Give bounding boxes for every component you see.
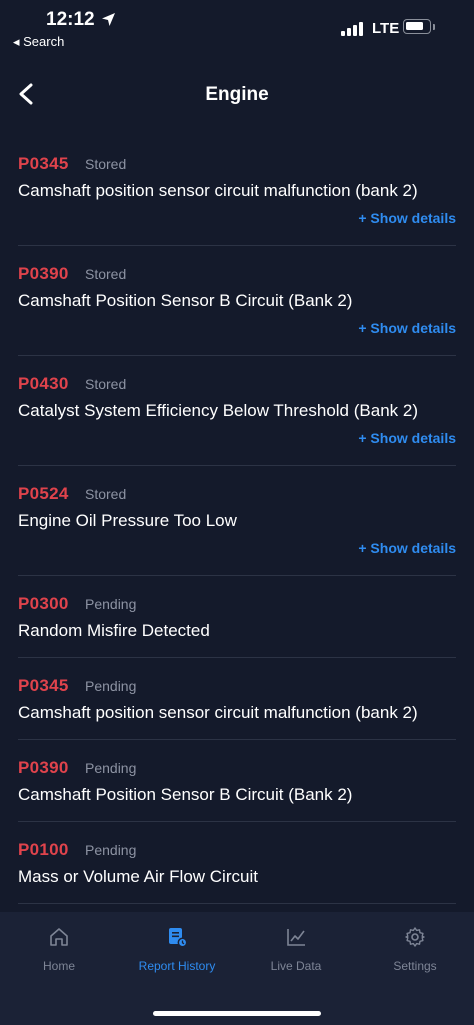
cellular-signal-icon — [341, 22, 365, 36]
list-item: P0100 Pending Mass or Volume Air Flow Ci… — [18, 822, 456, 904]
code-description: Camshaft Position Sensor B Circuit (Bank… — [18, 785, 353, 804]
show-details-button[interactable]: + Show details — [358, 430, 456, 446]
nav-header: Engine — [0, 70, 474, 120]
location-arrow-icon — [102, 13, 115, 26]
code-description: Camshaft position sensor circuit malfunc… — [18, 181, 418, 200]
list-item: P0390 Pending Camshaft Position Sensor B… — [18, 740, 456, 822]
code-id: P0390 — [18, 758, 69, 777]
back-to-search-link[interactable]: ◂ Search — [13, 34, 64, 50]
chart-icon — [287, 929, 305, 946]
show-details-button[interactable]: + Show details — [358, 210, 456, 226]
battery-tip — [433, 24, 435, 30]
code-id: P0430 — [18, 374, 69, 393]
status-bar: 12:12 ◂ Search LTE — [0, 0, 474, 56]
code-description: Camshaft Position Sensor B Circuit (Bank… — [18, 291, 353, 310]
list-item: P0345 Stored Camshaft position sensor ci… — [18, 136, 456, 246]
page-title: Engine — [205, 84, 269, 105]
list-item: P0524 Stored Engine Oil Pressure Too Low… — [18, 466, 456, 576]
code-status: Stored — [85, 376, 127, 392]
tab-live-data[interactable]: Live Data — [237, 912, 355, 992]
list-item: P0300 Pending Random Misfire Detected — [18, 576, 456, 658]
code-status: Stored — [85, 156, 127, 172]
report-icon — [169, 928, 188, 948]
tab-label: Home — [42, 959, 75, 973]
code-status: Pending — [85, 678, 137, 694]
list-item: P0345 Pending Camshaft position sensor c… — [18, 658, 456, 740]
code-description: Camshaft position sensor circuit malfunc… — [18, 703, 418, 722]
list-item: P0390 Stored Camshaft Position Sensor B … — [18, 246, 456, 356]
tab-settings[interactable]: Settings — [356, 912, 474, 992]
network-type: LTE — [372, 20, 400, 37]
tab-label: Settings — [393, 959, 437, 973]
tab-label: Live Data — [270, 959, 322, 973]
code-status: Pending — [85, 760, 137, 776]
code-status: Pending — [85, 596, 137, 612]
code-description: Mass or Volume Air Flow Circuit — [18, 867, 258, 886]
status-time: 12:12 — [46, 9, 95, 30]
code-id: P0100 — [18, 840, 69, 859]
tab-home[interactable]: Home — [0, 912, 118, 992]
tab-report-history[interactable]: Report History — [118, 912, 236, 992]
code-status: Stored — [85, 486, 127, 502]
gear-icon — [405, 927, 425, 947]
code-id: P0390 — [18, 264, 69, 283]
list-item: P0430 Stored Catalyst System Efficiency … — [18, 356, 456, 466]
battery-icon — [403, 19, 431, 34]
code-id: P0345 — [18, 154, 69, 173]
trouble-code-list: P0345 Stored Camshaft position sensor ci… — [0, 136, 474, 904]
show-details-button[interactable]: + Show details — [358, 320, 456, 336]
code-description: Catalyst System Efficiency Below Thresho… — [18, 401, 418, 420]
home-indicator[interactable] — [153, 1011, 321, 1016]
show-details-button[interactable]: + Show details — [358, 540, 456, 556]
code-description: Engine Oil Pressure Too Low — [18, 511, 237, 530]
code-status: Stored — [85, 266, 127, 282]
code-id: P0300 — [18, 594, 69, 613]
code-id: P0345 — [18, 676, 69, 695]
home-icon — [50, 928, 68, 946]
code-id: P0524 — [18, 484, 69, 503]
code-status: Pending — [85, 842, 137, 858]
code-description: Random Misfire Detected — [18, 621, 210, 640]
tab-bar: Home Report History Live Data Settings — [0, 912, 474, 1025]
tab-label: Report History — [138, 959, 216, 973]
